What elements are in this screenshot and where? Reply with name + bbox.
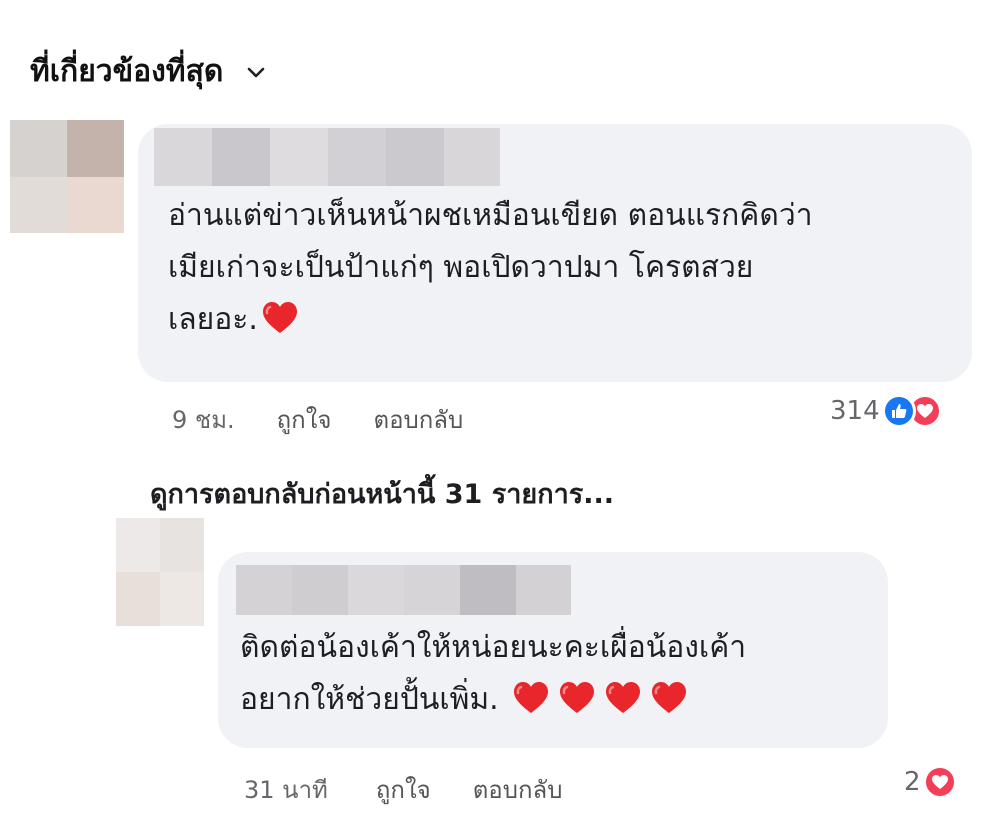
reaction-summary[interactable]: 2 bbox=[904, 765, 957, 799]
comment-meta: 9 ชม. ถูกใจ ตอบกลับ bbox=[172, 400, 463, 439]
view-previous-replies-link[interactable]: ดูการตอบกลับก่อนหน้านี้ 31 รายการ... bbox=[150, 472, 614, 515]
commenter-name-blurred[interactable] bbox=[154, 128, 500, 186]
heart-emoji-icon bbox=[262, 302, 297, 333]
like-icon bbox=[881, 394, 916, 428]
heart-emoji-icon bbox=[651, 682, 686, 713]
replier-name-blurred[interactable] bbox=[236, 565, 571, 615]
reaction-summary[interactable]: 314 bbox=[830, 394, 942, 428]
heart-emoji-icon bbox=[559, 682, 594, 713]
sort-label: ที่เกี่ยวข้องที่สุด bbox=[30, 54, 224, 89]
reply-button[interactable]: ตอบกลับ bbox=[373, 400, 463, 439]
reply-time[interactable]: 31 นาที bbox=[244, 770, 328, 809]
like-button[interactable]: ถูกใจ bbox=[277, 400, 332, 439]
heart-emoji-icon bbox=[513, 682, 548, 713]
avatar[interactable] bbox=[116, 518, 204, 626]
heart-emoji-icon bbox=[605, 682, 640, 713]
reaction-count: 314 bbox=[830, 396, 880, 426]
avatar[interactable] bbox=[10, 120, 124, 233]
love-icon bbox=[922, 765, 957, 799]
reply-meta: 31 นาที ถูกใจ ตอบกลับ bbox=[244, 770, 562, 809]
comment-time[interactable]: 9 ชม. bbox=[172, 400, 235, 439]
reaction-count: 2 bbox=[904, 767, 921, 797]
like-button[interactable]: ถูกใจ bbox=[376, 770, 431, 809]
reply-text: ติดต่อน้องเค้าให้หน่อยนะคะเผื่อน้องเค้า … bbox=[240, 630, 747, 717]
chevron-down-icon bbox=[248, 67, 265, 77]
comment-text: อ่านแต่ข่าวเห็นหน้าผชเหมือนเขียด ตอนแรกค… bbox=[168, 198, 813, 337]
comment-sort-dropdown[interactable]: ที่เกี่ยวข้องที่สุด bbox=[30, 48, 267, 95]
reply-button[interactable]: ตอบกลับ bbox=[473, 770, 563, 809]
